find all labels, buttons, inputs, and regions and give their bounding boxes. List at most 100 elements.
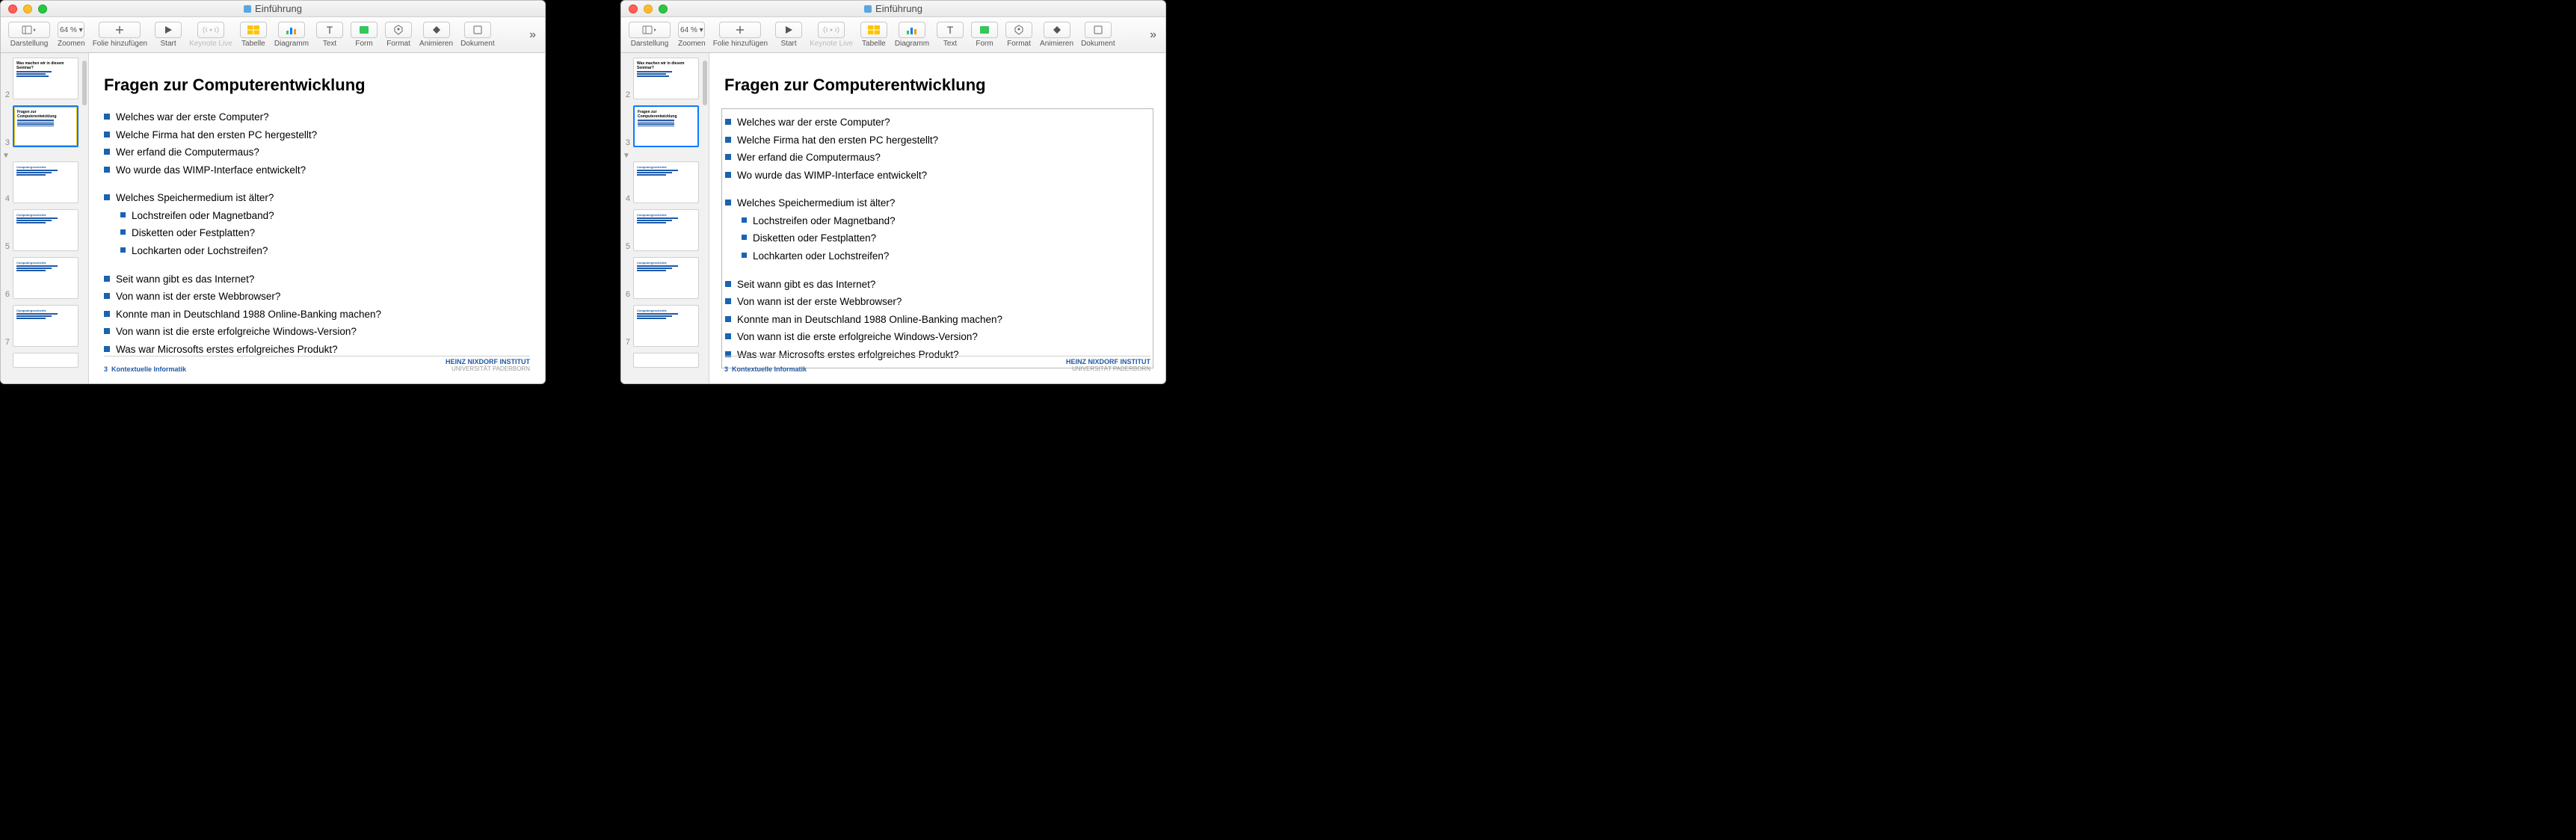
bullet-icon bbox=[120, 212, 126, 217]
bullet-icon bbox=[104, 311, 110, 317]
collapse-icon[interactable]: ▼ bbox=[621, 152, 709, 160]
slide-thumb-5[interactable]: Computergeschichte bbox=[13, 209, 78, 251]
bullet-item: Seit wann gibt es das Internet? bbox=[725, 276, 1150, 294]
bullet-icon bbox=[120, 229, 126, 235]
bullet-icon bbox=[725, 119, 731, 125]
bullet-sub-item: Lochkarten oder Lochstreifen? bbox=[725, 247, 1150, 265]
bullet-item: Von wann ist der erste Webbrowser? bbox=[725, 293, 1150, 311]
bullet-item: Welche Firma hat den ersten PC hergestel… bbox=[104, 126, 530, 144]
bullet-item: Wo wurde das WIMP-Interface entwickelt? bbox=[104, 161, 530, 179]
format-button[interactable]: Format bbox=[1002, 22, 1035, 48]
text-button[interactable]: TText bbox=[313, 22, 346, 48]
add-slide-button[interactable]: Folie hinzufügen bbox=[710, 22, 771, 48]
bullet-item: Von wann ist die erste erfolgreiche Wind… bbox=[725, 328, 1150, 346]
slide-thumb-7[interactable]: Computergeschichte bbox=[633, 305, 699, 347]
bullet-sub-item: Lochstreifen oder Magnetband? bbox=[725, 212, 1150, 230]
bullet-item: Welches war der erste Computer? bbox=[104, 108, 530, 126]
view-button[interactable]: Darstellung bbox=[5, 22, 53, 48]
titlebar[interactable]: Einführung bbox=[621, 1, 1165, 17]
bullet-item: Von wann ist der erste Webbrowser? bbox=[104, 288, 530, 306]
play-button[interactable]: Start bbox=[772, 22, 805, 48]
bullet-item: Welches war der erste Computer? bbox=[725, 114, 1150, 132]
bullet-icon bbox=[742, 235, 747, 240]
table-button[interactable]: Tabelle bbox=[857, 22, 890, 48]
slide-thumb-8[interactable] bbox=[633, 353, 699, 368]
bullet-icon bbox=[104, 114, 110, 120]
add-slide-button[interactable]: Folie hinzufügen bbox=[90, 22, 150, 48]
bullet-item: Von wann ist die erste erfolgreiche Wind… bbox=[104, 323, 530, 341]
keynote-live-button[interactable]: Keynote Live bbox=[186, 22, 235, 48]
zoom-button[interactable]: 64 % ▾Zoomen bbox=[55, 22, 88, 48]
bullet-item: Wo wurde das WIMP-Interface entwickelt? bbox=[725, 167, 1150, 185]
play-button[interactable]: Start bbox=[152, 22, 185, 48]
slide-thumb-4[interactable]: Computergeschichte bbox=[13, 161, 78, 203]
svg-text:T: T bbox=[327, 25, 333, 35]
bullet-icon bbox=[742, 217, 747, 223]
animate-button[interactable]: Animieren bbox=[416, 22, 456, 48]
document-button[interactable]: Dokument bbox=[457, 22, 498, 48]
bullet-icon bbox=[104, 194, 110, 200]
shape-button[interactable]: Form bbox=[968, 22, 1001, 48]
slide-thumb-5[interactable]: Computergeschichte bbox=[633, 209, 699, 251]
document-button[interactable]: Dokument bbox=[1078, 22, 1118, 48]
bullet-icon bbox=[725, 316, 731, 322]
slide-body[interactable]: Welches war der erste Computer?Welche Fi… bbox=[721, 108, 1153, 368]
collapse-icon[interactable]: ▼ bbox=[1, 152, 88, 160]
bullet-item: Konnte man in Deutschland 1988 Online-Ba… bbox=[725, 311, 1150, 329]
overflow-icon[interactable]: » bbox=[525, 28, 540, 42]
bullet-icon bbox=[725, 137, 731, 143]
bullet-sub-item: Disketten oder Festplatten? bbox=[725, 229, 1150, 247]
slide-navigator[interactable]: 2Was machen wir in diesem Seminar?3Frage… bbox=[621, 53, 709, 383]
slide-thumb-3[interactable]: Fragen zur Computerentwicklung bbox=[633, 105, 699, 147]
toolbar: Darstellung 64 % ▾Zoomen Folie hinzufüge… bbox=[621, 17, 1165, 53]
slide-footer: 3 Kontextuelle Informatik HEINZ NIXDORF … bbox=[724, 356, 1150, 373]
slide-navigator[interactable]: 2Was machen wir in diesem Seminar?3Frage… bbox=[1, 53, 89, 383]
slide: Fragen zur Computerentwicklung Welches w… bbox=[715, 59, 1159, 377]
bullet-sub-item: Lochkarten oder Lochstreifen? bbox=[104, 242, 530, 260]
keynote-window: Einführung Darstellung 64 % ▾Zoomen Foli… bbox=[0, 0, 546, 384]
bullet-icon bbox=[120, 247, 126, 253]
bullet-sub-item: Lochstreifen oder Magnetband? bbox=[104, 207, 530, 225]
text-button[interactable]: TText bbox=[934, 22, 967, 48]
bullet-icon bbox=[104, 293, 110, 299]
bullet-icon bbox=[725, 172, 731, 178]
bullet-item: Wer erfand die Computermaus? bbox=[104, 143, 530, 161]
table-button[interactable]: Tabelle bbox=[237, 22, 270, 48]
format-button[interactable]: Format bbox=[382, 22, 415, 48]
slide-thumb-6[interactable]: Computergeschichte bbox=[13, 257, 78, 299]
chart-button[interactable]: Diagramm bbox=[271, 22, 312, 48]
zoom-button[interactable]: 64 % ▾Zoomen bbox=[675, 22, 709, 48]
bullet-item: Welches Speichermedium ist älter? bbox=[725, 194, 1150, 212]
slide: Fragen zur Computerentwicklung Welches w… bbox=[95, 59, 539, 377]
slide-thumb-8[interactable] bbox=[13, 353, 78, 368]
bullet-item: Wer erfand die Computermaus? bbox=[725, 149, 1150, 167]
keynote-live-button[interactable]: Keynote Live bbox=[807, 22, 856, 48]
chart-button[interactable]: Diagramm bbox=[892, 22, 932, 48]
slide-thumb-6[interactable]: Computergeschichte bbox=[633, 257, 699, 299]
slide-thumb-7[interactable]: Computergeschichte bbox=[13, 305, 78, 347]
slide-thumb-3[interactable]: Fragen zur Computerentwicklung bbox=[13, 105, 78, 147]
slide-thumb-2[interactable]: Was machen wir in diesem Seminar? bbox=[633, 58, 699, 99]
bullet-item: Seit wann gibt es das Internet? bbox=[104, 271, 530, 288]
toolbar: Darstellung 64 % ▾Zoomen Folie hinzufüge… bbox=[1, 17, 545, 53]
slide-body: Welches war der erste Computer?Welche Fi… bbox=[95, 108, 539, 358]
shape-button[interactable]: Form bbox=[348, 22, 380, 48]
slide-thumb-4[interactable]: Computergeschichte bbox=[633, 161, 699, 203]
slide-canvas[interactable]: Fragen zur Computerentwicklung Welches w… bbox=[89, 53, 545, 383]
keynote-window: Einführung Darstellung 64 % ▾Zoomen Foli… bbox=[620, 0, 1166, 384]
view-button[interactable]: Darstellung bbox=[626, 22, 674, 48]
slide-thumb-2[interactable]: Was machen wir in diesem Seminar? bbox=[13, 58, 78, 99]
overflow-icon[interactable]: » bbox=[1145, 28, 1161, 42]
slide-footer: 3 Kontextuelle Informatik HEINZ NIXDORF … bbox=[104, 356, 530, 373]
slide-canvas[interactable]: Fragen zur Computerentwicklung Welches w… bbox=[709, 53, 1165, 383]
bullet-icon bbox=[725, 298, 731, 304]
svg-text:T: T bbox=[947, 25, 954, 35]
bullet-icon bbox=[104, 132, 110, 138]
bullet-icon bbox=[104, 149, 110, 155]
titlebar[interactable]: Einführung bbox=[1, 1, 545, 17]
bullet-icon bbox=[104, 276, 110, 282]
bullet-item: Welches Speichermedium ist älter? bbox=[104, 189, 530, 207]
bullet-icon bbox=[725, 200, 731, 206]
animate-button[interactable]: Animieren bbox=[1037, 22, 1076, 48]
bullet-item: Konnte man in Deutschland 1988 Online-Ba… bbox=[104, 306, 530, 324]
